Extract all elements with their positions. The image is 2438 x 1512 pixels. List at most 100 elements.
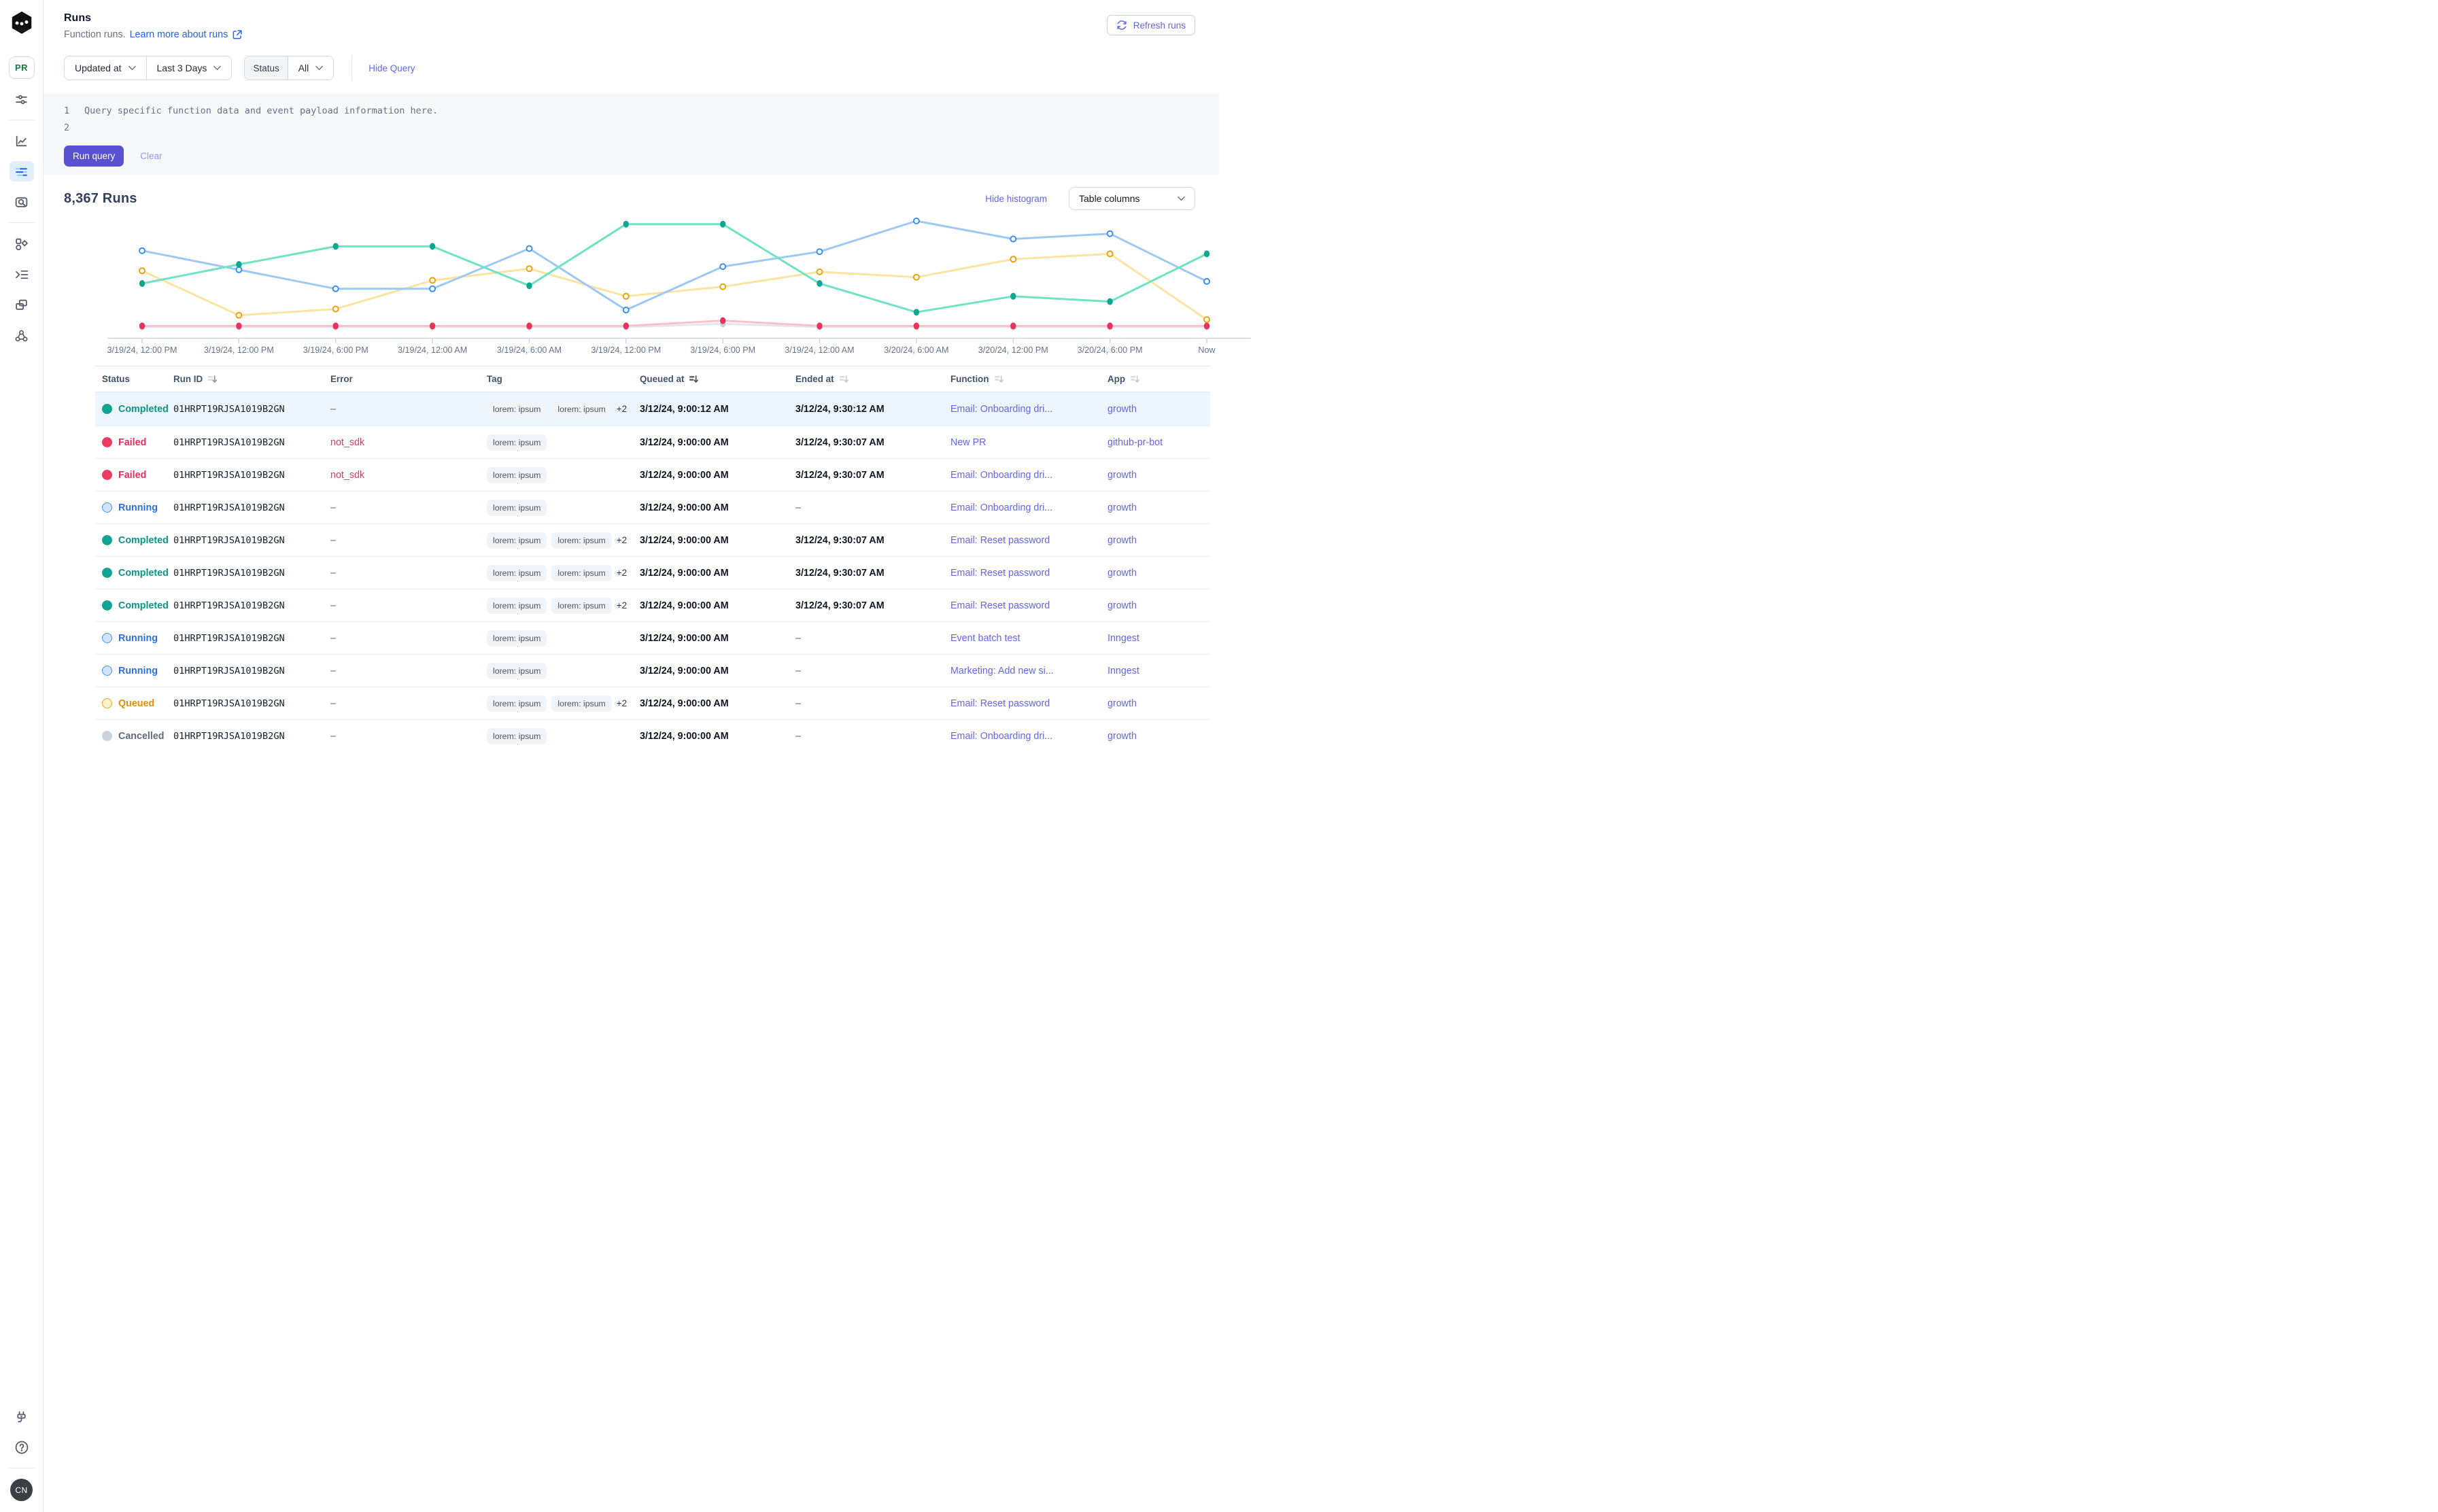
table-columns-dropdown[interactable]: Table columns <box>1069 187 1195 210</box>
histogram-svg[interactable]: 3/19/24, 12:00 PM3/19/24, 12:00 PM3/19/2… <box>102 214 1254 358</box>
learn-more-link[interactable]: Learn more about runs <box>130 29 228 40</box>
app-link[interactable]: growth <box>1108 535 1210 546</box>
x-axis-label: 3/19/24, 12:00 AM <box>785 345 854 355</box>
ended-at-cell: – <box>795 633 950 644</box>
function-link[interactable]: Email: Onboarding dri... <box>950 502 1108 513</box>
function-link[interactable]: Email: Onboarding dri... <box>950 404 1108 415</box>
sidebar-item-event-search[interactable] <box>10 192 34 212</box>
tag-badge: lorem: ipsum <box>487 695 547 712</box>
sidebar-item-filters[interactable] <box>10 89 34 109</box>
function-link[interactable]: Email: Reset password <box>950 535 1108 546</box>
app-link[interactable]: growth <box>1108 731 1210 742</box>
function-link[interactable]: Email: Reset password <box>950 568 1108 579</box>
function-link[interactable]: Email: Onboarding dri... <box>950 731 1108 742</box>
sort-icon[interactable] <box>839 374 849 384</box>
data-point-running <box>527 246 532 252</box>
function-link[interactable]: Email: Reset password <box>950 698 1108 709</box>
table-row[interactable]: Running01HRPT19RJSA1019B2GN–lorem: ipsum… <box>95 621 1210 654</box>
sort-icon[interactable] <box>207 374 218 384</box>
page-title: Runs <box>64 12 243 24</box>
sidebar-item-deploys[interactable] <box>10 294 34 315</box>
table-row[interactable]: Running01HRPT19RJSA1019B2GN–lorem: ipsum… <box>95 654 1210 687</box>
refresh-runs-label: Refresh runs <box>1133 20 1186 31</box>
sort-icon[interactable] <box>1130 374 1140 384</box>
hide-query-link[interactable]: Hide Query <box>368 63 415 73</box>
data-point-failed <box>430 322 435 329</box>
sidebar-item-functions[interactable] <box>10 264 34 284</box>
app-link[interactable]: growth <box>1108 698 1210 709</box>
inngest-logo[interactable] <box>9 10 35 35</box>
x-axis-label: Now <box>1198 345 1216 355</box>
hexagon-logo-icon <box>9 10 35 35</box>
app-link[interactable]: github-pr-bot <box>1108 437 1210 448</box>
table-row[interactable]: Completed01HRPT19RJSA1019B2GN–lorem: ips… <box>95 589 1210 621</box>
column-header-ended-at[interactable]: Ended at <box>795 374 950 384</box>
table-row[interactable]: Failed01HRPT19RJSA1019B2GNnot_sdklorem: … <box>95 426 1210 458</box>
search-panel-icon <box>14 195 29 209</box>
data-point-completed <box>236 261 241 268</box>
sort-time-filter: Updated at Last 3 Days <box>64 56 232 80</box>
table-row[interactable]: Completed01HRPT19RJSA1019B2GN–lorem: ips… <box>95 392 1210 426</box>
tag-badge: lorem: ipsum <box>487 630 547 647</box>
runs-histogram[interactable]: 3/19/24, 12:00 PM3/19/24, 12:00 PM3/19/2… <box>102 214 1210 362</box>
app-link[interactable]: growth <box>1108 568 1210 579</box>
sidebar-item-metrics[interactable] <box>10 131 34 151</box>
queued-at-value: 3/12/24, 9:00:00 AM <box>640 502 795 513</box>
status-filter-dropdown[interactable]: All <box>288 56 334 80</box>
run-query-button[interactable]: Run query <box>64 145 124 167</box>
hide-histogram-link[interactable]: Hide histogram <box>985 194 1047 204</box>
column-header-queued-at[interactable]: Queued at <box>640 374 795 384</box>
query-editor[interactable]: 1 Query specific function data and event… <box>44 93 1219 175</box>
ended-at-cell: 3/12/24, 9:30:07 AM <box>795 600 950 611</box>
tags-cell: lorem: ipsumlorem: ipsum+2 <box>487 695 640 712</box>
function-link[interactable]: Email: Reset password <box>950 600 1108 611</box>
table-row[interactable]: Queued01HRPT19RJSA1019B2GN–lorem: ipsuml… <box>95 687 1210 719</box>
table-columns-label: Table columns <box>1079 193 1140 204</box>
status-label: Completed <box>118 568 169 579</box>
app-link[interactable]: Inngest <box>1108 633 1210 644</box>
run-id: 01HRPT19RJSA1019B2GN <box>173 502 330 513</box>
app-link[interactable]: growth <box>1108 404 1210 415</box>
app-link[interactable]: growth <box>1108 470 1210 481</box>
sidebar-item-apps[interactable] <box>10 233 34 254</box>
function-link[interactable]: New PR <box>950 437 1108 448</box>
data-point-completed <box>1107 298 1112 305</box>
table-row[interactable]: Completed01HRPT19RJSA1019B2GN–lorem: ips… <box>95 556 1210 589</box>
ended-at-cell: – <box>795 666 950 676</box>
function-link[interactable]: Marketing: Add new si... <box>950 666 1108 676</box>
user-avatar[interactable]: CN <box>10 1479 33 1501</box>
table-row[interactable]: Completed01HRPT19RJSA1019B2GN–lorem: ips… <box>95 523 1210 556</box>
table-row[interactable]: Running01HRPT19RJSA1019B2GN–lorem: ipsum… <box>95 491 1210 523</box>
tag-badge: lorem: ipsum <box>551 598 611 614</box>
tag-badge: lorem: ipsum <box>487 467 547 483</box>
external-link-icon[interactable] <box>232 29 243 40</box>
tag-badge: lorem: ipsum <box>487 598 547 614</box>
column-header-app[interactable]: App <box>1108 374 1210 384</box>
column-header-run-id[interactable]: Run ID <box>173 374 330 384</box>
sidebar-item-integrations[interactable] <box>10 1407 34 1427</box>
query-placeholder-text[interactable]: Query specific function data and event p… <box>84 105 438 116</box>
series-line-queued <box>142 254 1207 320</box>
function-link[interactable]: Email: Onboarding dri... <box>950 470 1108 481</box>
sidebar-item-help[interactable] <box>10 1437 34 1458</box>
time-range-dropdown[interactable]: Last 3 Days <box>147 56 232 80</box>
refresh-runs-button[interactable]: Refresh runs <box>1107 15 1195 35</box>
app-link[interactable]: growth <box>1108 502 1210 513</box>
sort-icon[interactable] <box>689 374 699 384</box>
ended-at-cell: – <box>795 502 950 513</box>
table-row[interactable]: Failed01HRPT19RJSA1019B2GNnot_sdklorem: … <box>95 458 1210 491</box>
function-link[interactable]: Event batch test <box>950 633 1108 644</box>
column-header-function[interactable]: Function <box>950 374 1108 384</box>
data-point-queued <box>236 313 241 318</box>
sidebar-item-runs[interactable] <box>10 161 34 182</box>
x-axis-label: 3/20/24, 6:00 AM <box>884 345 948 355</box>
clear-query-button[interactable]: Clear <box>140 151 162 161</box>
app-link[interactable]: Inngest <box>1108 666 1210 676</box>
sidebar-item-webhooks[interactable] <box>10 325 34 345</box>
workspace-badge[interactable]: PR <box>9 56 35 79</box>
app-link[interactable]: growth <box>1108 600 1210 611</box>
sort-icon[interactable] <box>994 374 1004 384</box>
column-header-tag: Tag <box>487 374 640 384</box>
sort-field-dropdown[interactable]: Updated at <box>65 56 146 80</box>
table-row[interactable]: Cancelled01HRPT19RJSA1019B2GN–lorem: ips… <box>95 719 1210 752</box>
